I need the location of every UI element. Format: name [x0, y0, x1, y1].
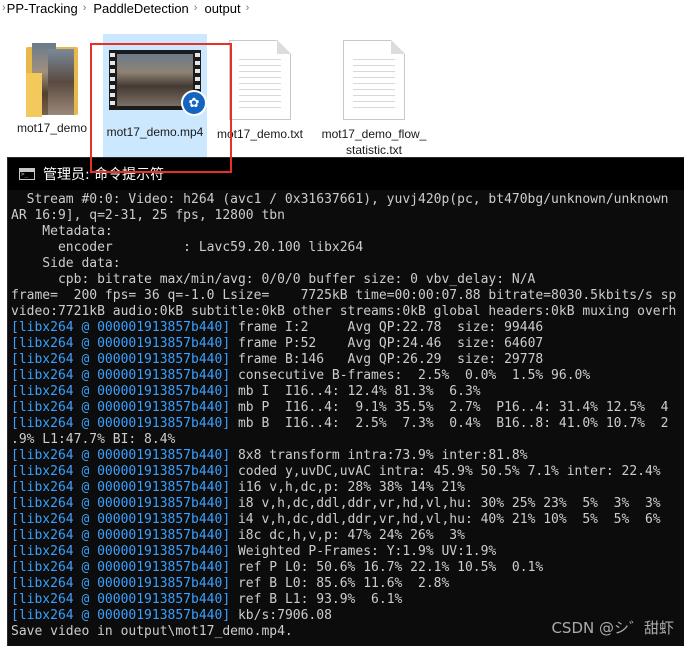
libx264-tag: [libx264 @ 000001913857b440]: [11, 400, 231, 415]
file-item-text[interactable]: mot17_demo.txt: [208, 32, 312, 142]
console-line: [libx264 @ 000001913857b440] ref B L0: 8…: [11, 576, 684, 592]
console-line: [libx264 @ 000001913857b440] i8c dc,h,v,…: [11, 528, 684, 544]
console-line-text: i8 v,h,dc,ddl,ddr,vr,hd,vl,hu: 30% 25% 2…: [230, 496, 661, 511]
window-title: 管理员: 命令提示符: [43, 167, 165, 183]
console-titlebar[interactable]: 管理员: 命令提示符: [8, 158, 684, 190]
console-line: cpb: bitrate max/min/avg: 0/0/0 buffer s…: [11, 272, 536, 287]
file-name: mot17_demo_flow_statistic.txt: [321, 127, 427, 157]
file-name: mot17_demo: [16, 121, 88, 135]
breadcrumb-item-paddledetection[interactable]: PaddleDetection: [92, 1, 189, 16]
breadcrumb-item-output[interactable]: output: [203, 1, 241, 16]
media-player-icon: ✿: [181, 90, 207, 116]
console-line: [libx264 @ 000001913857b440] Weighted P-…: [11, 544, 684, 560]
file-name: mot17_demo.txt: [216, 127, 304, 141]
breadcrumb: › PP-Tracking › PaddleDetection › output…: [0, 0, 684, 16]
console-line: video:7721kB audio:0kB subtitle:0kB othe…: [11, 304, 677, 319]
libx264-tag: [libx264 @ 000001913857b440]: [11, 592, 231, 607]
terminal-icon: [19, 168, 35, 180]
console-line: [libx264 @ 000001913857b440] mb I I16..4…: [11, 384, 684, 400]
watermark: CSDN @シ゛甜虾: [551, 619, 674, 637]
console-line: encoder : Lavc59.20.100 libx264: [11, 240, 364, 255]
libx264-tag: [libx264 @ 000001913857b440]: [11, 336, 231, 351]
libx264-tag: [libx264 @ 000001913857b440]: [11, 480, 231, 495]
libx264-tag: [libx264 @ 000001913857b440]: [11, 496, 231, 511]
libx264-tag: [libx264 @ 000001913857b440]: [11, 512, 231, 527]
libx264-tag: [libx264 @ 000001913857b440]: [11, 608, 231, 623]
console-line-text: frame B:146 Avg QP:26.29 size: 29778: [230, 352, 544, 367]
console-line: [libx264 @ 000001913857b440] i4 v,h,dc,d…: [11, 512, 684, 528]
console-line: [libx264 @ 000001913857b440] 8x8 transfo…: [11, 448, 684, 464]
chevron-right-icon[interactable]: ›: [83, 2, 87, 14]
console-line-text: consecutive B-frames: 2.5% 0.0% 1.5% 96.…: [230, 368, 591, 383]
libx264-tag: [libx264 @ 000001913857b440]: [11, 448, 231, 463]
libx264-tag: [libx264 @ 000001913857b440]: [11, 416, 231, 431]
console-line-text: ref P L0: 50.6% 16.7% 22.1% 10.5% 0.1%: [230, 560, 544, 575]
console-line: AR 16:9], q=2-31, 25 fps, 12800 tbn: [11, 208, 285, 223]
console-line: [libx264 @ 000001913857b440] coded y,uvD…: [11, 464, 684, 480]
console-line: Side data:: [11, 256, 121, 271]
console-line-text: frame P:52 Avg QP:24.46 size: 64607: [230, 336, 544, 351]
console-line: [libx264 @ 000001913857b440] mb P I16..4…: [11, 400, 684, 416]
console-line: Stream #0:0: Video: h264 (avc1 / 0x31637…: [11, 192, 669, 207]
console-line-text: ref B L1: 93.9% 6.1%: [230, 592, 403, 607]
libx264-tag: [libx264 @ 000001913857b440]: [11, 320, 231, 335]
console-line: [libx264 @ 000001913857b440] i8 v,h,dc,d…: [11, 496, 684, 512]
console-line: [libx264 @ 000001913857b440] ref P L0: 5…: [11, 560, 684, 576]
command-prompt-window[interactable]: 管理员: 命令提示符 Stream #0:0: Video: h264 (avc…: [8, 158, 684, 646]
file-name: mot17_demo.mp4: [106, 125, 204, 139]
text-file-icon: [229, 40, 291, 120]
console-line-text: i4 v,h,dc,ddl,ddr,vr,hd,vl,hu: 40% 21% 1…: [230, 512, 661, 527]
libx264-tag: [libx264 @ 000001913857b440]: [11, 384, 231, 399]
libx264-tag: [libx264 @ 000001913857b440]: [11, 560, 231, 575]
file-list: mot17_demo ✿ mot17_demo.mp4 mot17_demo.t…: [0, 16, 684, 160]
breadcrumb-item-pp-tracking[interactable]: PP-Tracking: [6, 1, 79, 16]
console-line-text: Weighted P-Frames: Y:1.9% UV:1.9%: [230, 544, 497, 559]
console-line: [libx264 @ 000001913857b440] i16 v,h,dc,…: [11, 480, 684, 496]
folder-icon: [22, 43, 82, 117]
text-file-icon: [343, 40, 405, 120]
libx264-tag: [libx264 @ 000001913857b440]: [11, 464, 231, 479]
libx264-tag: [libx264 @ 000001913857b440]: [11, 352, 231, 367]
console-line: Metadata:: [11, 224, 113, 239]
console-line-text: kb/s:7906.08: [230, 608, 332, 623]
console-line: [libx264 @ 000001913857b440] mb B I16..4…: [11, 416, 684, 432]
console-line: [libx264 @ 000001913857b440] ref B L1: 9…: [11, 592, 684, 608]
console-line-text: 8x8 transform intra:73.9% inter:81.8%: [230, 448, 528, 463]
console-line-text: ref B L0: 85.6% 11.6% 2.8%: [230, 576, 450, 591]
console-line-text: coded y,uvDC,uvAC intra: 45.9% 50.5% 7.1…: [230, 464, 661, 479]
console-line: frame= 200 fps= 36 q=-1.0 Lsize= 7725kB …: [11, 288, 677, 303]
chevron-right-icon[interactable]: ›: [194, 2, 198, 14]
file-item-video[interactable]: ✿ mot17_demo.mp4: [103, 34, 207, 158]
libx264-tag: [libx264 @ 000001913857b440]: [11, 528, 231, 543]
console-line: [libx264 @ 000001913857b440] frame B:146…: [11, 352, 684, 368]
file-item-text[interactable]: mot17_demo_flow_statistic.txt: [320, 32, 428, 158]
libx264-tag: [libx264 @ 000001913857b440]: [11, 368, 231, 383]
video-file-icon: ✿: [109, 50, 207, 116]
libx264-tag: [libx264 @ 000001913857b440]: [11, 576, 231, 591]
console-line-text: i8c dc,h,v,p: 47% 24% 26% 3%: [230, 528, 465, 543]
console-line-text: mb P I16..4: 9.1% 35.5% 2.7% P16..4: 31.…: [230, 400, 669, 415]
console-output[interactable]: Stream #0:0: Video: h264 (avc1 / 0x31637…: [11, 192, 684, 644]
console-line: [libx264 @ 000001913857b440] frame P:52 …: [11, 336, 684, 352]
chevron-right-icon[interactable]: ›: [246, 2, 250, 14]
libx264-tag: [libx264 @ 000001913857b440]: [11, 544, 231, 559]
console-line: [libx264 @ 000001913857b440] consecutive…: [11, 368, 684, 384]
console-line-text: mb I I16..4: 12.4% 81.3% 6.3%: [230, 384, 481, 399]
console-line: .9% L1:47.7% BI: 8.4%: [11, 432, 176, 447]
console-line: [libx264 @ 000001913857b440] frame I:2 A…: [11, 320, 684, 336]
console-line-text: frame I:2 Avg QP:22.78 size: 99446: [230, 320, 544, 335]
console-line-text: mb B I16..4: 2.5% 7.3% 0.4% B16..8: 41.0…: [230, 416, 669, 431]
file-item-folder[interactable]: mot17_demo: [0, 32, 104, 136]
console-line-text: i16 v,h,dc,p: 28% 38% 14% 21%: [230, 480, 465, 495]
